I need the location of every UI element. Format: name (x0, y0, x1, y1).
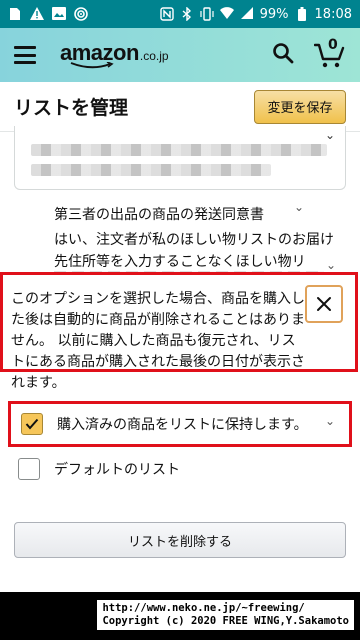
bluetooth-icon (180, 6, 194, 22)
battery-icon (295, 7, 309, 21)
checkmark-icon (25, 418, 39, 430)
default-list-option[interactable]: デフォルトのリスト (18, 458, 180, 480)
keep-purchased-label: 購入済みの商品をリストに保持します。 (57, 417, 308, 433)
cart-count: 0 (328, 37, 338, 53)
status-right-icons: 99% 18:08 (159, 6, 352, 22)
sim-card-icon (8, 7, 22, 21)
battery-percent: 99% (259, 6, 289, 22)
copyright-url: http://www.neko.ne.jp/~freewing/ (102, 602, 305, 614)
logo-smile-icon (70, 62, 114, 69)
signal-icon (240, 7, 254, 21)
popover-text: このオプションを選択した場合、商品を購入した後は自動的に商品が削除されることはあ… (11, 291, 305, 391)
image-icon (52, 7, 66, 21)
vibrate-icon (200, 7, 214, 21)
header-actions: 0 (272, 37, 346, 69)
bottom-bar: http://www.neko.ne.jp/~freewing/ Copyrig… (0, 592, 360, 640)
third-party-body: はい、注文者が私のほしい物リストのお届け先住所等を入力することなくほしい物リ (54, 232, 334, 270)
keep-purchased-option[interactable]: 購入済みの商品をリストに保持します。 ⌄ (8, 401, 352, 447)
default-list-checkbox[interactable] (18, 458, 40, 480)
blurred-content-box[interactable]: ⌄ (14, 126, 346, 190)
keep-purchased-checkbox[interactable] (21, 413, 43, 435)
hotspot-icon (74, 7, 88, 21)
blurred-text (31, 164, 271, 176)
warning-icon (30, 7, 44, 21)
copyright-watermark: http://www.neko.ne.jp/~freewing/ Copyrig… (97, 600, 354, 630)
default-list-label: デフォルトのリスト (54, 462, 180, 478)
page-title: リストを管理 (14, 97, 129, 119)
delete-list-button[interactable]: リストを削除する (14, 522, 346, 558)
app-header: amazon .co.jp 0 (0, 28, 360, 82)
cart-button[interactable]: 0 (313, 37, 346, 69)
blurred-text (31, 144, 327, 156)
nfc-icon (159, 7, 174, 21)
title-row: リストを管理 変更を保存 (0, 82, 360, 132)
chevron-down-icon[interactable]: ⌄ (325, 128, 335, 142)
clock: 18:08 (314, 6, 352, 22)
copyright-text: Copyright (c) 2020 FREE WING,Y.Sakamoto (102, 615, 349, 627)
status-bar: 99% 18:08 (0, 0, 360, 28)
amazon-logo[interactable]: amazon .co.jp (60, 40, 169, 70)
status-left-icons (8, 7, 88, 21)
chevron-down-icon[interactable]: ⌄ (326, 258, 336, 272)
close-icon (317, 297, 331, 311)
save-changes-button[interactable]: 変更を保存 (254, 89, 346, 124)
chevron-down-icon[interactable]: ⌄ (325, 414, 335, 428)
wifi-icon (219, 7, 234, 21)
menu-icon[interactable] (14, 46, 36, 64)
chevron-down-icon[interactable]: ⌄ (294, 200, 304, 214)
search-icon[interactable] (272, 42, 294, 68)
info-popover: このオプションを選択した場合、商品を購入した後は自動的に商品が削除されることはあ… (0, 272, 358, 391)
close-button[interactable] (305, 285, 343, 323)
logo-tld: .co.jp (139, 49, 169, 63)
third-party-title: 第三者の出品の商品の発送同意書 (54, 207, 264, 223)
